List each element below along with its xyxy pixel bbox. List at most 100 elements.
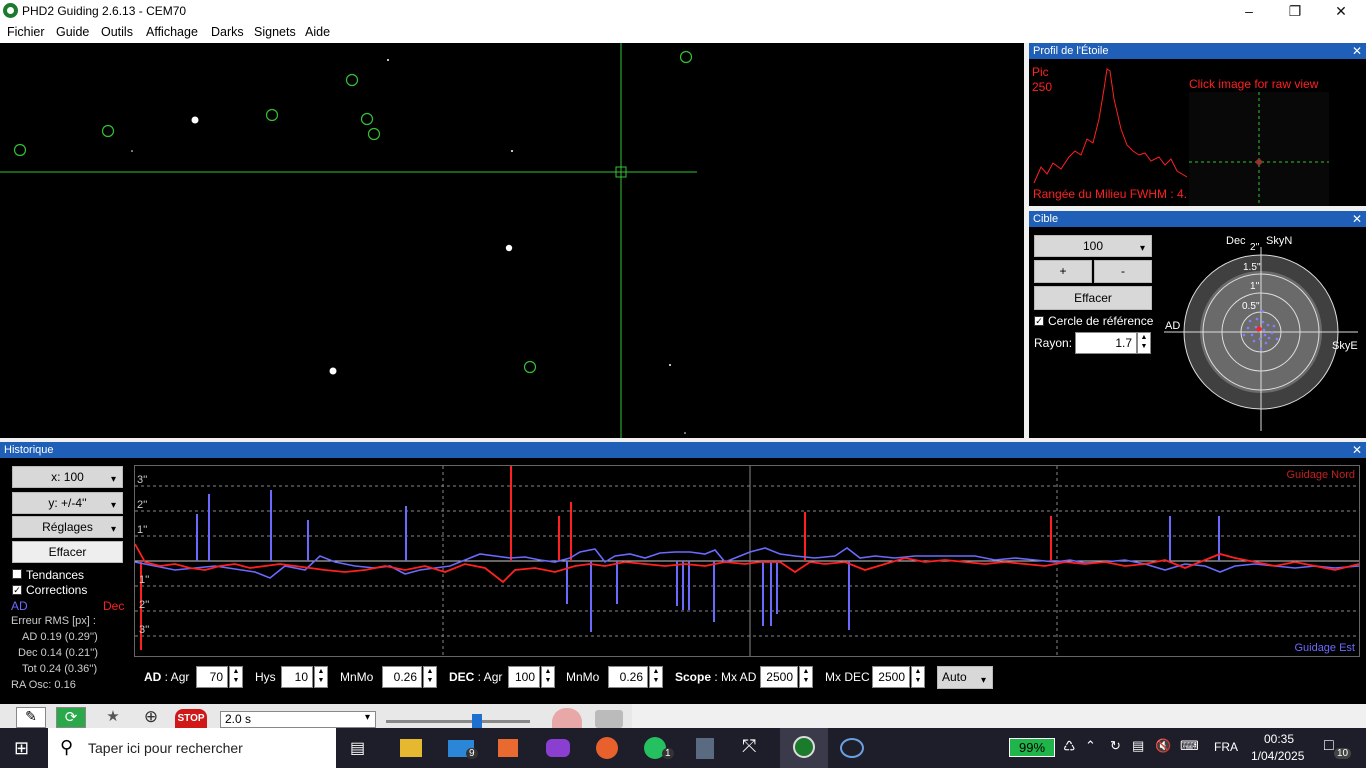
star [329, 367, 337, 375]
firefox-icon[interactable] [596, 737, 618, 759]
network-icon[interactable]: ▤ [1132, 738, 1144, 754]
phd2-taskbar-button[interactable] [780, 728, 828, 768]
menu-outils[interactable]: Outils [101, 25, 133, 39]
hys-input[interactable]: 10 [281, 666, 313, 688]
history-clear-button[interactable]: Effacer [12, 541, 123, 563]
rms-dec: Dec 0.14 (0.21'') [18, 647, 99, 659]
bullseye-dec-label: Dec [1226, 235, 1246, 247]
settings-icon[interactable] [595, 710, 623, 728]
loop-icon[interactable]: ⟳ [56, 707, 86, 728]
star-thumbnail[interactable] [1189, 92, 1329, 206]
minimize-button[interactable]: – [1226, 0, 1272, 22]
sync-icon[interactable]: ↻ [1110, 738, 1121, 754]
stop-icon[interactable]: STOP [175, 709, 207, 728]
windows-start-icon[interactable]: ⊞ [14, 738, 29, 759]
target-clear-button[interactable]: Effacer [1034, 286, 1152, 310]
guide-target-icon[interactable]: ⊕ [136, 707, 166, 728]
clock-time[interactable]: 00:35 [1264, 732, 1294, 746]
detected-star-marker [345, 73, 359, 87]
pencil-icon[interactable]: ✎ [16, 707, 46, 728]
input-language[interactable]: FRA [1214, 740, 1238, 754]
corrections-checkbox[interactable]: ✓ [12, 585, 22, 595]
ad-mnmo-input[interactable]: 0.26 [382, 666, 422, 688]
camera-image-view[interactable] [0, 43, 1024, 438]
clock-date[interactable]: 1/04/2025 [1251, 749, 1304, 763]
guide-history-plot [134, 466, 1360, 656]
maximize-button[interactable]: ❐ [1272, 0, 1318, 22]
star [669, 364, 671, 366]
media-player-icon[interactable] [498, 739, 518, 757]
zoom-dropdown[interactable]: 100 [1034, 235, 1152, 259]
menu-fichier[interactable]: Fichier [7, 25, 45, 39]
legend-ad-label: AD [11, 599, 28, 613]
target-close-icon[interactable]: ✕ [1352, 211, 1362, 227]
profile-close-icon[interactable]: ✕ [1352, 43, 1362, 59]
ring-label: 1.5'' [1243, 262, 1261, 273]
history-settings-dropdown[interactable]: Réglages [12, 516, 123, 540]
gamma-slider-track[interactable] [386, 720, 530, 723]
app-icon-blue[interactable] [840, 738, 864, 758]
star-select-icon[interactable]: ★ [98, 707, 128, 728]
zoom-in-button[interactable]: + [1034, 260, 1092, 283]
taskbar-search-box[interactable]: ⚲ Taper ici pour rechercher [48, 728, 336, 768]
history-close-icon[interactable]: ✕ [1352, 442, 1362, 458]
ad-aggr-spinner[interactable]: ▲ ▼ [229, 666, 243, 688]
dec-aggr-spinner[interactable]: ▲ ▼ [541, 666, 555, 688]
mx-dec-input[interactable]: 2500 [872, 666, 910, 688]
ring-label: 2'' [1250, 242, 1260, 253]
menu-aide[interactable]: Aide [305, 25, 330, 39]
mx-dec-spinner[interactable]: ▲ ▼ [911, 666, 925, 688]
volume-muted-icon[interactable]: 🔇 [1155, 738, 1171, 754]
ad-mnmo-spinner[interactable]: ▲ ▼ [423, 666, 437, 688]
target-title: Cible [1033, 213, 1059, 225]
exposure-dropdown[interactable]: 2.0 s ▾ [220, 711, 376, 728]
menu-guide[interactable]: Guide [56, 25, 89, 39]
profile-title: Profil de l'Étoile [1033, 45, 1109, 57]
ring-label: 0.5'' [1242, 301, 1260, 312]
dec-aggr-input[interactable]: 100 [508, 666, 540, 688]
gamma-slider-thumb[interactable] [472, 714, 482, 728]
notification-icon[interactable]: □ [1324, 737, 1334, 755]
ref-circle-checkbox[interactable]: ✓ [1034, 316, 1044, 326]
dec-mnmo-spinner[interactable]: ▲ ▼ [649, 666, 663, 688]
scope-mode-dropdown[interactable]: Auto [937, 666, 993, 691]
y-tick-label: 1'' [137, 524, 148, 536]
main-toolbar: ✎ ⟳ ★ ⊕ STOP 2.0 s ▾ [0, 704, 632, 728]
microphone-icon[interactable]: ♺ [1063, 738, 1076, 755]
telescope-icon[interactable]: ⤧ [742, 736, 756, 757]
calculator-icon[interactable] [696, 738, 714, 759]
history-graph[interactable]: 3'' 2'' 1'' 1'' 2'' 3'' Guidage Nord Gui… [134, 465, 1360, 657]
ad-aggr-input[interactable]: 70 [196, 666, 228, 688]
battery-indicator[interactable]: 99% [1009, 738, 1055, 757]
star-field[interactable] [0, 43, 1024, 438]
radius-spinner[interactable]: ▲ ▼ [1137, 332, 1151, 354]
mx-ad-spinner[interactable]: ▲ ▼ [799, 666, 813, 688]
star-profile-curve [1033, 68, 1188, 184]
task-view-icon[interactable]: ▤ [350, 738, 365, 758]
menu-darks[interactable]: Darks [211, 25, 244, 39]
menu-signets[interactable]: Signets [254, 25, 296, 39]
zoom-out-button[interactable]: - [1094, 260, 1152, 283]
dec-mnmo-input[interactable]: 0.26 [608, 666, 648, 688]
menu-affichage[interactable]: Affichage [146, 25, 198, 39]
legend-dec-label: Dec [103, 599, 125, 613]
raw-view-hint[interactable]: Click image for raw view [1189, 77, 1318, 91]
title-bar: PHD2 Guiding 2.6.13 - CEM70 – ❐ ✕ [0, 0, 1366, 22]
close-button[interactable]: ✕ [1318, 0, 1364, 22]
brain-icon[interactable] [552, 708, 582, 728]
current-star-position [1256, 326, 1262, 332]
fwhm-text: Rangée du Milieu FWHM : 4. [1033, 187, 1188, 201]
y-tick-label: 1'' [139, 574, 150, 586]
history-x-scale-dropdown[interactable]: x: 100 [12, 466, 123, 490]
radius-label: Rayon: [1034, 336, 1073, 350]
detected-star-marker [360, 112, 374, 126]
history-y-scale-dropdown[interactable]: y: +/-4'' [12, 492, 123, 516]
app-icon-purple[interactable] [546, 739, 570, 757]
radius-input[interactable]: 1.7 [1075, 332, 1137, 354]
trends-checkbox[interactable] [12, 569, 22, 579]
keyboard-icon[interactable]: ⌨ [1180, 738, 1199, 754]
chevron-up-icon[interactable]: ⌃ [1085, 738, 1096, 754]
file-explorer-icon[interactable] [400, 739, 422, 757]
mx-ad-input[interactable]: 2500 [760, 666, 798, 688]
hys-spinner[interactable]: ▲ ▼ [314, 666, 328, 688]
